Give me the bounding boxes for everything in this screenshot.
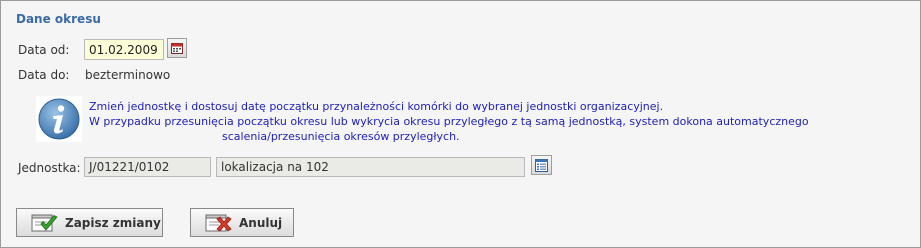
date-to-label: Data do: xyxy=(18,68,70,82)
unit-code-field: J/01221/0102 xyxy=(84,157,211,177)
date-from-label: Data od: xyxy=(18,43,70,57)
info-line-1: Zmień jednostkę i dostosuj datę początku… xyxy=(89,100,664,113)
info-line-3: scalenia/przesunięcia okresów przyległyc… xyxy=(222,130,460,143)
unit-select-button[interactable] xyxy=(531,155,552,175)
calendar-button[interactable] xyxy=(167,38,187,58)
cancel-x-icon xyxy=(205,214,232,232)
info-line-2: W przypadku przesunięcia początku okresu… xyxy=(89,115,809,128)
list-icon xyxy=(535,159,548,172)
info-icon xyxy=(36,96,82,142)
date-from-input[interactable] xyxy=(84,39,164,60)
info-message: Zmień jednostkę i dostosuj datę początku… xyxy=(89,99,809,144)
cancel-button[interactable]: Anuluj xyxy=(190,208,294,237)
unit-name-field: lokalizacja na 102 xyxy=(216,157,525,177)
date-to-value: bezterminowo xyxy=(85,68,171,82)
save-button[interactable]: Zapisz zmiany xyxy=(16,208,163,237)
unit-label: Jednostka: xyxy=(18,161,81,175)
save-check-icon xyxy=(31,214,58,231)
calendar-icon xyxy=(171,43,183,54)
cancel-button-label: Anuluj xyxy=(239,215,283,230)
save-button-label: Zapisz zmiany xyxy=(65,215,161,230)
section-title: Dane okresu xyxy=(16,12,101,26)
period-panel: Dane okresu Data od: Data do: beztermino… xyxy=(0,0,921,248)
